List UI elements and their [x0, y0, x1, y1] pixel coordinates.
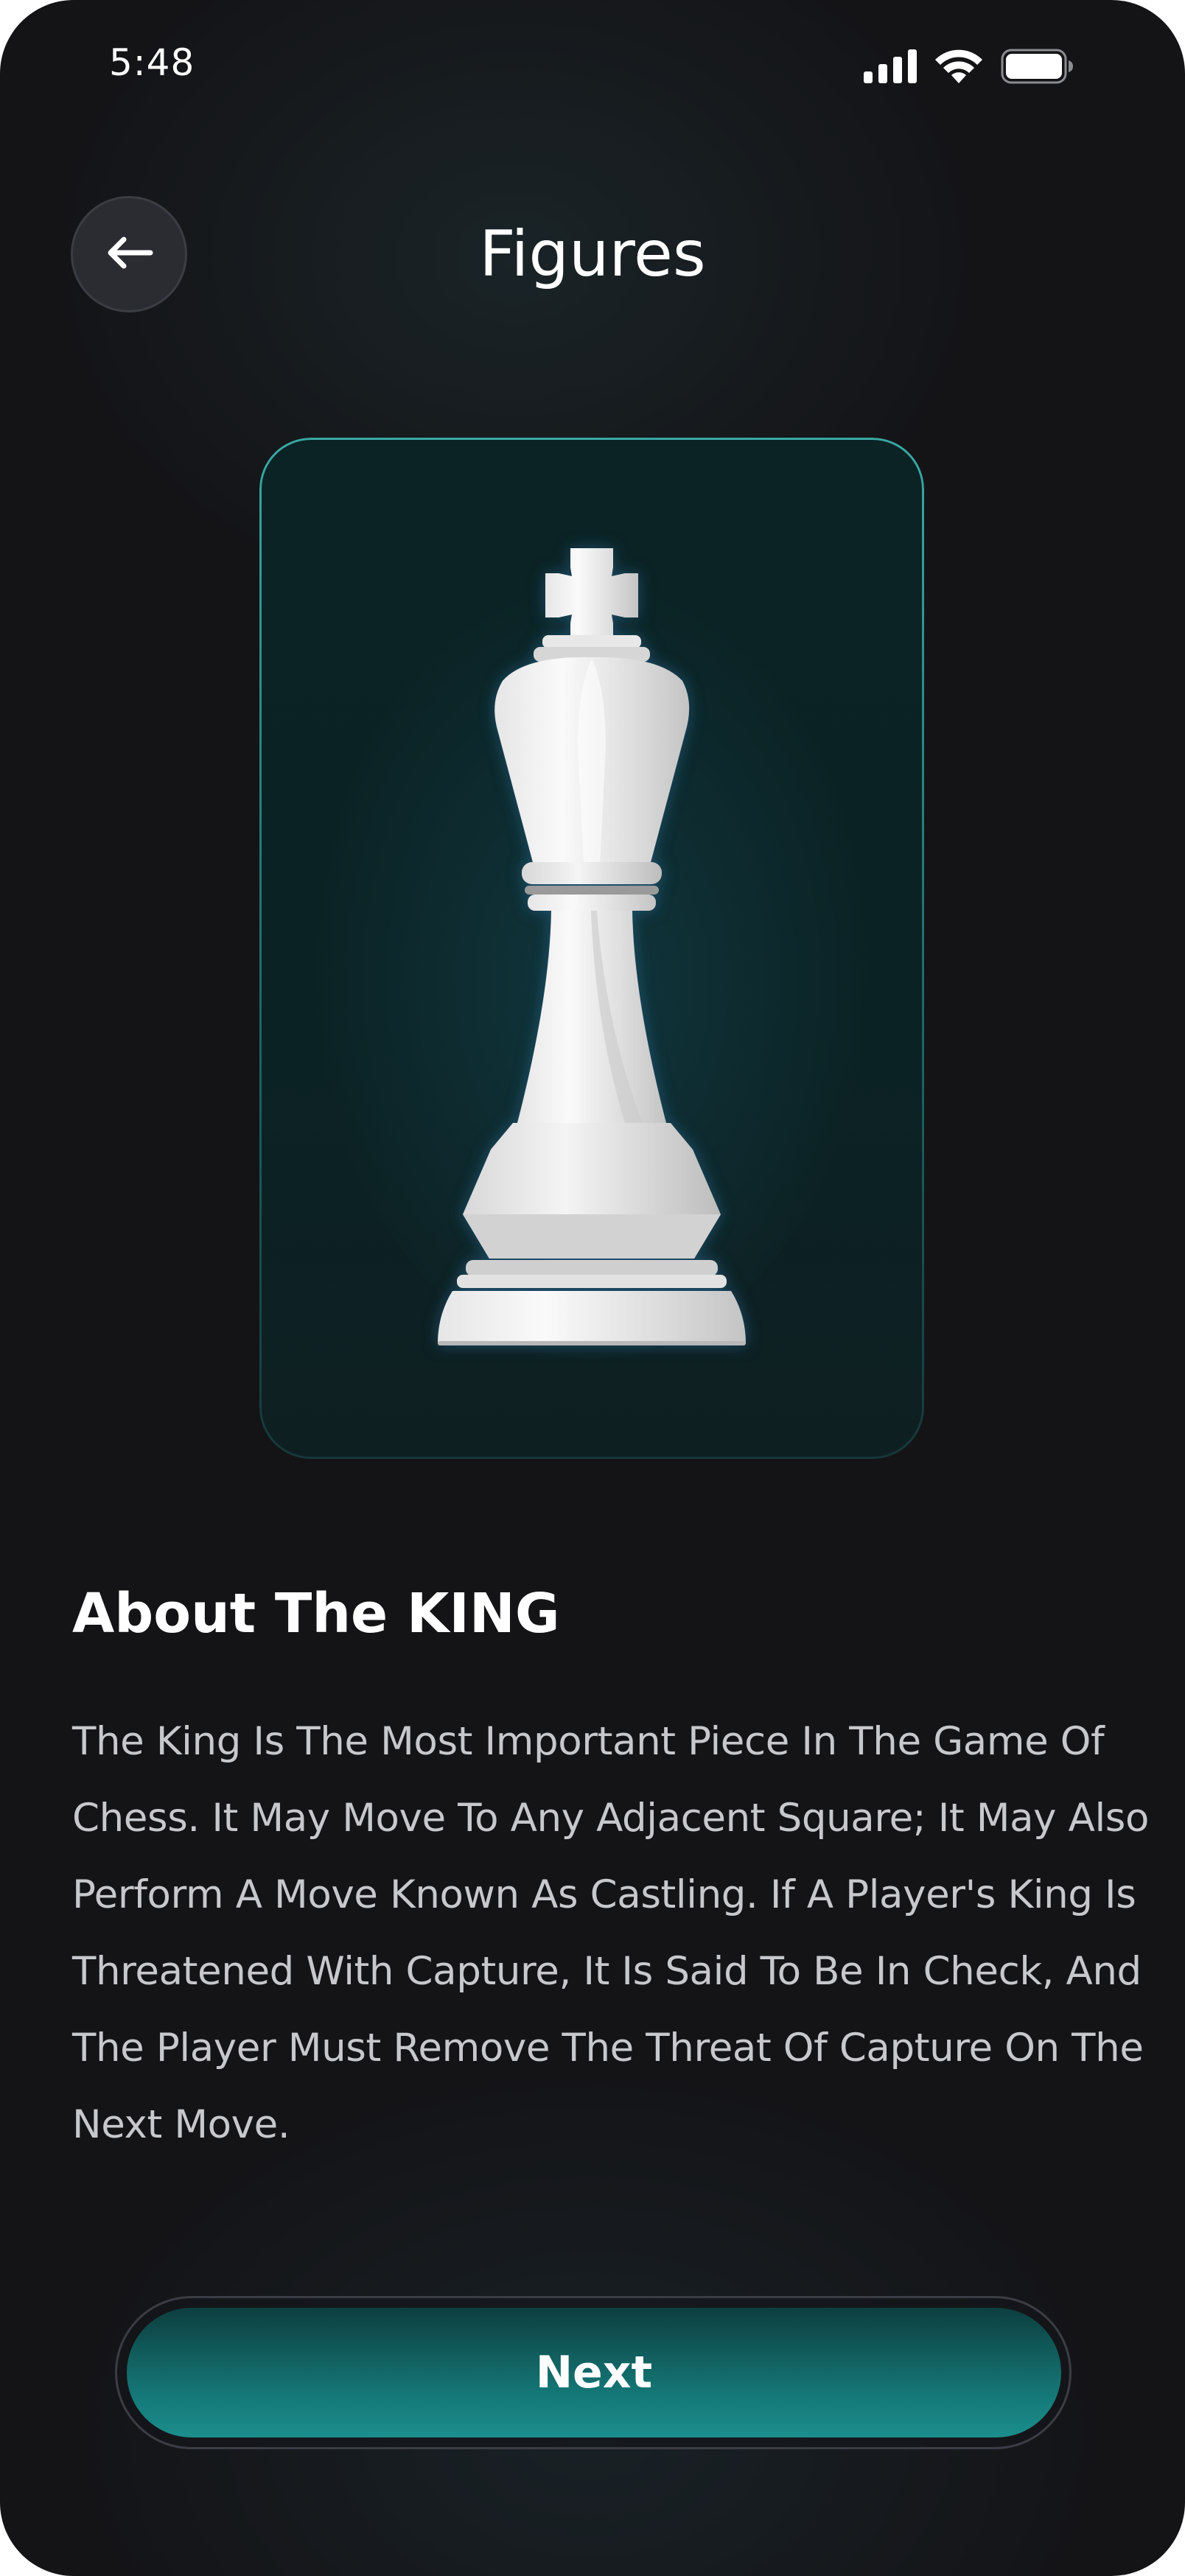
status-icons	[864, 46, 1074, 87]
next-button[interactable]: Next	[127, 2308, 1061, 2437]
chess-king-image	[259, 438, 924, 1459]
wifi-icon	[933, 48, 985, 85]
page-title: Figures	[479, 217, 706, 291]
signal-icon	[864, 49, 917, 83]
about-description: The King Is The Most Important Piece In …	[72, 1719, 1150, 2147]
status-time: 5:48	[109, 41, 195, 84]
app-screen: 5:48 Figures About The KING The King Is …	[0, 0, 1185, 2576]
about-heading: About The KING	[72, 1582, 560, 1645]
battery-icon	[1001, 49, 1074, 84]
